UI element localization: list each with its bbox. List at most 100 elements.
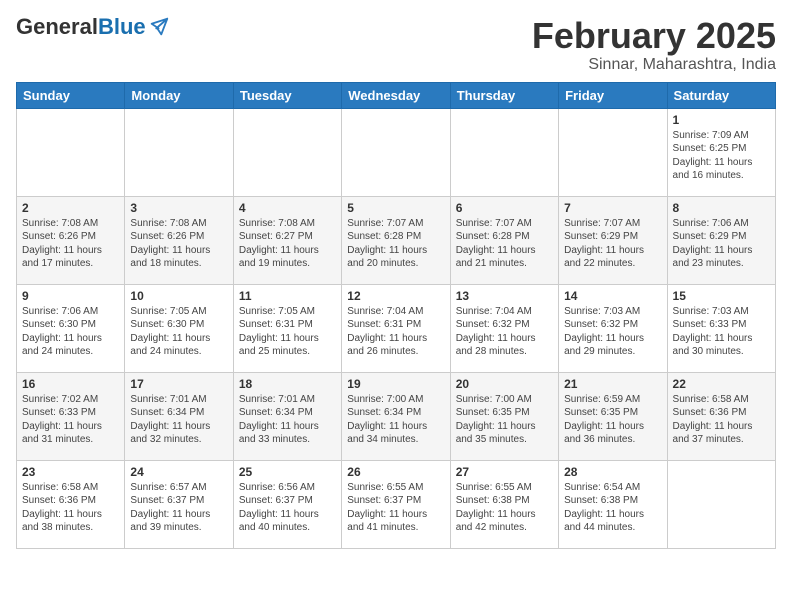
calendar-cell: 27 Sunrise: 6:55 AM Sunset: 6:38 PM Dayli…: [450, 460, 558, 548]
calendar-cell: [450, 108, 558, 196]
title-block: February 2025 Sinnar, Maharashtra, India: [532, 16, 776, 74]
day-info: Sunrise: 6:55 AM Sunset: 6:37 PM Dayligh…: [347, 481, 444, 535]
day-number: 27: [456, 465, 553, 479]
week-row-5: 23 Sunrise: 6:58 AM Sunset: 6:36 PM Dayli…: [17, 460, 776, 548]
day-info: Sunrise: 6:58 AM Sunset: 6:36 PM Dayligh…: [22, 481, 119, 535]
day-number: 1: [673, 113, 770, 127]
calendar-cell: 20Sunrise: 7:00 AM Sunset: 6:35 PM Dayli…: [450, 372, 558, 460]
day-info: Sunrise: 7:03 AM Sunset: 6:32 PM Dayligh…: [564, 305, 661, 359]
day-number: 3: [130, 201, 227, 215]
day-info: Sunrise: 6:59 AM Sunset: 6:35 PM Dayligh…: [564, 393, 661, 447]
day-number: 10: [130, 289, 227, 303]
day-number: 2: [22, 201, 119, 215]
day-number: 4: [239, 201, 336, 215]
day-number: 7: [564, 201, 661, 215]
calendar-cell: 17 Sunrise: 7:01 AM Sunset: 6:34 PM Dayli…: [125, 372, 233, 460]
day-number: 28: [564, 465, 661, 479]
calendar-cell: 26 Sunrise: 6:55 AM Sunset: 6:37 PM Dayli…: [342, 460, 450, 548]
day-number: 24: [130, 465, 227, 479]
day-number: 15: [673, 289, 770, 303]
day-number: 14: [564, 289, 661, 303]
day-number: 6: [456, 201, 553, 215]
day-info: Sunrise: 6:58 AM Sunset: 6:36 PM Dayligh…: [673, 393, 770, 447]
page-header: GeneralBlue February 2025 Sinnar, Mahara…: [16, 16, 776, 74]
day-info: Sunrise: 7:08 AM Sunset: 6:26 PM Dayligh…: [130, 217, 227, 271]
day-info: Sunrise: 6:56 AM Sunset: 6:37 PM Dayligh…: [239, 481, 336, 535]
calendar-cell: 7 Sunrise: 7:07 AM Sunset: 6:29 PM Daylig…: [559, 196, 667, 284]
day-number: 22: [673, 377, 770, 391]
calendar-cell: [233, 108, 341, 196]
weekday-saturday: Saturday: [667, 82, 775, 108]
day-info: Sunrise: 7:06 AM Sunset: 6:30 PM Dayligh…: [22, 305, 119, 359]
calendar-cell: 1 Sunrise: 7:09 AM Sunset: 6:25 PM Daylig…: [667, 108, 775, 196]
calendar-cell: 2Sunrise: 7:08 AM Sunset: 6:26 PM Daylig…: [17, 196, 125, 284]
day-info: Sunrise: 7:08 AM Sunset: 6:27 PM Dayligh…: [239, 217, 336, 271]
calendar-cell: 12Sunrise: 7:04 AM Sunset: 6:31 PM Dayli…: [342, 284, 450, 372]
calendar-cell: [559, 108, 667, 196]
day-info: Sunrise: 7:03 AM Sunset: 6:33 PM Dayligh…: [673, 305, 770, 359]
week-row-3: 9 Sunrise: 7:06 AM Sunset: 6:30 PM Daylig…: [17, 284, 776, 372]
logo-bird-icon: [148, 16, 170, 38]
day-number: 26: [347, 465, 444, 479]
day-number: 19: [347, 377, 444, 391]
calendar-cell: 14 Sunrise: 7:03 AM Sunset: 6:32 PM Dayli…: [559, 284, 667, 372]
day-number: 11: [239, 289, 336, 303]
calendar-cell: [17, 108, 125, 196]
calendar-cell: 28 Sunrise: 6:54 AM Sunset: 6:38 PM Dayli…: [559, 460, 667, 548]
calendar-cell: 13 Sunrise: 7:04 AM Sunset: 6:32 PM Dayli…: [450, 284, 558, 372]
calendar-cell: [125, 108, 233, 196]
location: Sinnar, Maharashtra, India: [532, 56, 776, 74]
day-number: 5: [347, 201, 444, 215]
day-info: Sunrise: 7:01 AM Sunset: 6:34 PM Dayligh…: [239, 393, 336, 447]
day-info: Sunrise: 7:00 AM Sunset: 6:34 PM Dayligh…: [347, 393, 444, 447]
day-number: 13: [456, 289, 553, 303]
weekday-header-row: SundayMondayTuesdayWednesdayThursdayFrid…: [17, 82, 776, 108]
calendar-cell: 6 Sunrise: 7:07 AM Sunset: 6:28 PM Daylig…: [450, 196, 558, 284]
calendar-cell: 22 Sunrise: 6:58 AM Sunset: 6:36 PM Dayli…: [667, 372, 775, 460]
day-info: Sunrise: 7:04 AM Sunset: 6:32 PM Dayligh…: [456, 305, 553, 359]
calendar-cell: 3 Sunrise: 7:08 AM Sunset: 6:26 PM Daylig…: [125, 196, 233, 284]
day-number: 23: [22, 465, 119, 479]
calendar-cell: 15 Sunrise: 7:03 AM Sunset: 6:33 PM Dayli…: [667, 284, 775, 372]
day-info: Sunrise: 7:05 AM Sunset: 6:30 PM Dayligh…: [130, 305, 227, 359]
day-info: Sunrise: 6:57 AM Sunset: 6:37 PM Dayligh…: [130, 481, 227, 535]
month-title: February 2025: [532, 16, 776, 56]
calendar-cell: 5 Sunrise: 7:07 AM Sunset: 6:28 PM Daylig…: [342, 196, 450, 284]
weekday-friday: Friday: [559, 82, 667, 108]
day-number: 16: [22, 377, 119, 391]
weekday-wednesday: Wednesday: [342, 82, 450, 108]
day-info: Sunrise: 7:07 AM Sunset: 6:28 PM Dayligh…: [456, 217, 553, 271]
weekday-sunday: Sunday: [17, 82, 125, 108]
day-info: Sunrise: 7:02 AM Sunset: 6:33 PM Dayligh…: [22, 393, 119, 447]
day-number: 20: [456, 377, 553, 391]
calendar-cell: 16 Sunrise: 7:02 AM Sunset: 6:33 PM Dayli…: [17, 372, 125, 460]
day-info: Sunrise: 7:07 AM Sunset: 6:29 PM Dayligh…: [564, 217, 661, 271]
calendar-cell: 9 Sunrise: 7:06 AM Sunset: 6:30 PM Daylig…: [17, 284, 125, 372]
calendar-cell: [342, 108, 450, 196]
calendar-cell: 8 Sunrise: 7:06 AM Sunset: 6:29 PM Daylig…: [667, 196, 775, 284]
day-number: 25: [239, 465, 336, 479]
day-number: 12: [347, 289, 444, 303]
week-row-2: 2 Sunrise: 7:08 AM Sunset: 6:26 PM Daylig…: [17, 196, 776, 284]
day-number: 8: [673, 201, 770, 215]
day-info: Sunrise: 6:54 AM Sunset: 6:38 PM Dayligh…: [564, 481, 661, 535]
day-number: 21: [564, 377, 661, 391]
week-row-4: 16 Sunrise: 7:02 AM Sunset: 6:33 PM Dayli…: [17, 372, 776, 460]
calendar-cell: 23 Sunrise: 6:58 AM Sunset: 6:36 PM Dayli…: [17, 460, 125, 548]
logo: GeneralBlue: [16, 16, 170, 38]
calendar-cell: 19 Sunrise: 7:00 AM Sunset: 6:34 PM Dayli…: [342, 372, 450, 460]
calendar-cell: 11Sunrise: 7:05 AM Sunset: 6:31 PM Dayli…: [233, 284, 341, 372]
day-info: Sunrise: 7:06 AM Sunset: 6:29 PM Dayligh…: [673, 217, 770, 271]
day-number: 17: [130, 377, 227, 391]
day-info: Sunrise: 7:09 AM Sunset: 6:25 PM Dayligh…: [673, 129, 770, 183]
day-number: 9: [22, 289, 119, 303]
calendar-cell: 25 Sunrise: 6:56 AM Sunset: 6:37 PM Dayli…: [233, 460, 341, 548]
calendar-cell: 4 Sunrise: 7:08 AM Sunset: 6:27 PM Daylig…: [233, 196, 341, 284]
calendar-table: SundayMondayTuesdayWednesdayThursdayFrid…: [16, 82, 776, 549]
day-info: Sunrise: 6:55 AM Sunset: 6:38 PM Dayligh…: [456, 481, 553, 535]
calendar-cell: 18Sunrise: 7:01 AM Sunset: 6:34 PM Dayli…: [233, 372, 341, 460]
day-info: Sunrise: 7:07 AM Sunset: 6:28 PM Dayligh…: [347, 217, 444, 271]
weekday-monday: Monday: [125, 82, 233, 108]
day-info: Sunrise: 7:01 AM Sunset: 6:34 PM Dayligh…: [130, 393, 227, 447]
logo-general: GeneralBlue: [16, 16, 146, 38]
